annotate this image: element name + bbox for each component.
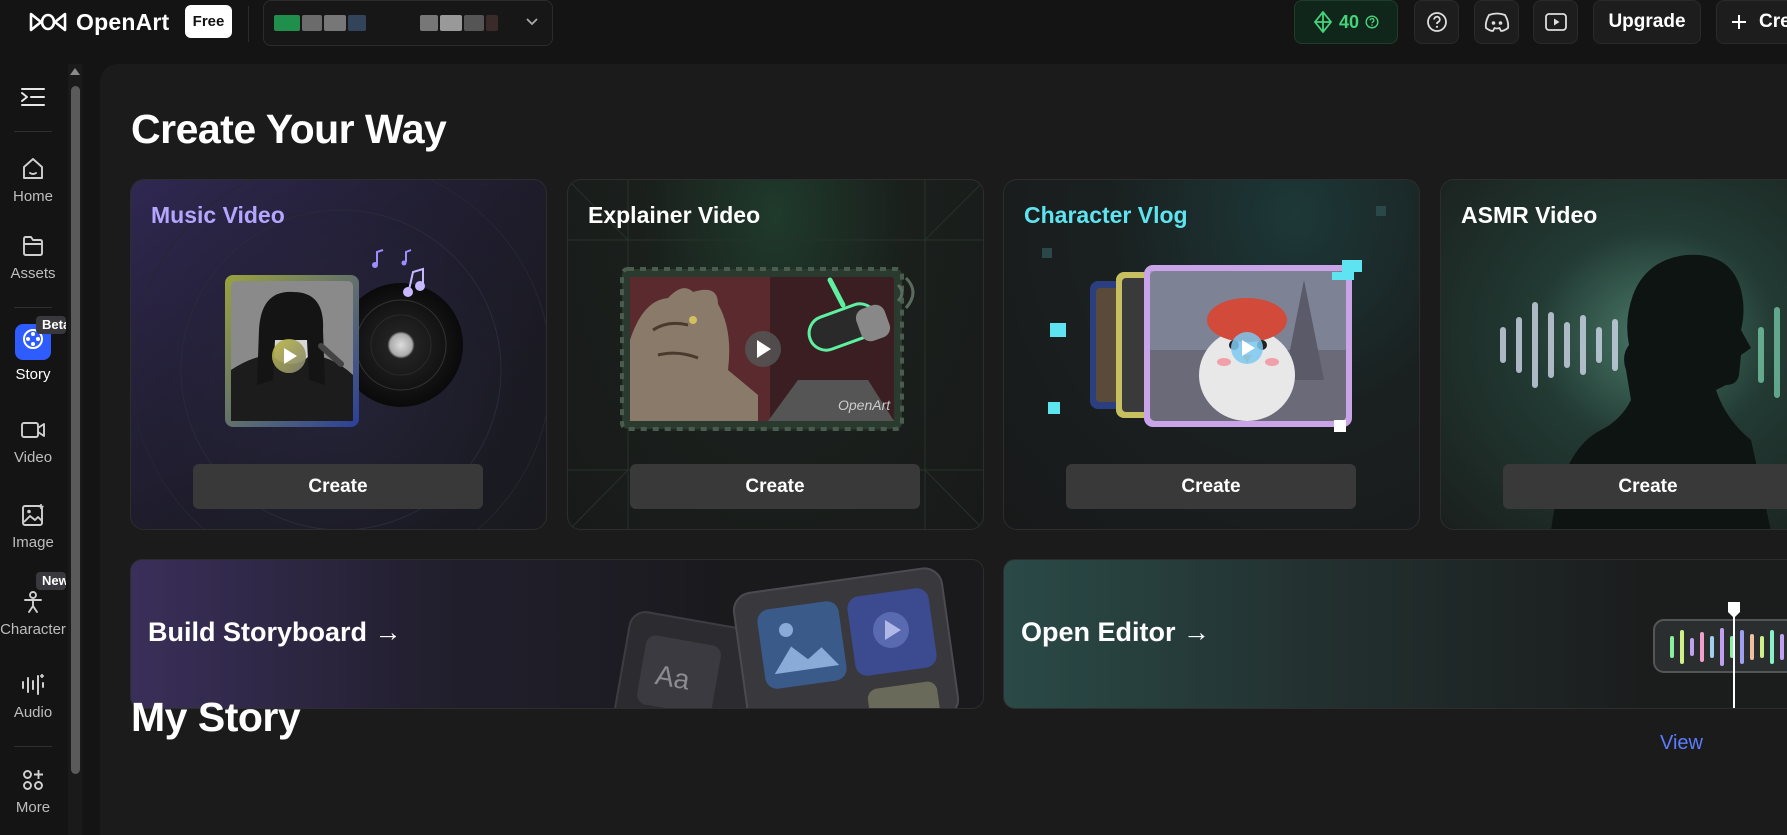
sidebar-item-label: Audio	[13, 704, 53, 721]
more-apps-icon	[23, 770, 43, 790]
sidebar-item-more[interactable]: More	[0, 767, 66, 816]
plan-badge: Free	[185, 5, 232, 38]
credits-icon	[1313, 11, 1333, 33]
workspace-name-blur	[302, 15, 322, 31]
card-title: ASMR Video	[1461, 202, 1598, 228]
card-title: Explainer Video	[588, 202, 761, 228]
sidebar-item-label: Story	[15, 366, 51, 383]
sidebar-scrollbar-thumb[interactable]	[71, 86, 80, 774]
beta-badge: Beta	[36, 316, 66, 334]
discord-icon	[1484, 12, 1509, 32]
music-video-card[interactable]: Music Video Create	[130, 179, 547, 530]
workspace-name-blur	[486, 15, 498, 31]
card-title: Music Video	[151, 202, 285, 228]
openart-logo[interactable]: OpenArt	[28, 7, 169, 37]
create-music-video-button[interactable]: Create	[193, 464, 483, 509]
sidebar-item-home[interactable]: Home	[0, 156, 66, 205]
character-icon	[24, 591, 42, 613]
help-circle-icon	[1365, 15, 1379, 29]
workspace-name-blur	[464, 15, 484, 31]
build-storyboard-banner[interactable]: Aa Build Storyboard →	[130, 559, 984, 709]
header-divider	[248, 6, 249, 42]
create-character-vlog-button[interactable]: Create	[1066, 464, 1356, 509]
scroll-up-arrow[interactable]	[70, 68, 80, 75]
video-camera-icon	[21, 422, 45, 438]
sidebar-item-label: Assets	[10, 265, 56, 282]
open-editor-banner[interactable]: Open Editor →	[1003, 559, 1787, 709]
top-bar: OpenArt Free 40 Upgrade Cre	[0, 0, 1787, 64]
image-icon	[22, 504, 44, 526]
brand-name: OpenArt	[76, 8, 170, 35]
create-button-label: Cre	[1759, 11, 1787, 32]
sidebar-item-label: Home	[12, 188, 53, 205]
sidebar-divider	[14, 131, 52, 132]
sidebar-item-video[interactable]: Video	[0, 417, 66, 466]
sidebar-item-label: Video	[13, 449, 53, 466]
sidebar-item-assets[interactable]: Assets	[0, 233, 66, 282]
sidebar-item-image[interactable]: Image	[0, 502, 66, 551]
card-title: Character Vlog	[1024, 202, 1188, 228]
workspace-name-blur	[324, 15, 346, 31]
sidebar-item-label: Character	[0, 621, 66, 638]
sidebar-item-character[interactable]: Character	[0, 589, 66, 638]
character-vlog-card[interactable]: Character Vlog Create	[1003, 179, 1420, 530]
view-all-link[interactable]: View	[1660, 732, 1703, 755]
credits-count: 40	[1338, 11, 1360, 32]
home-icon	[23, 158, 43, 179]
workspace-name-blur	[348, 15, 366, 31]
asmr-video-card[interactable]: ASMR Video Create	[1440, 179, 1787, 530]
help-button[interactable]	[1414, 0, 1459, 44]
new-badge: New	[36, 572, 66, 590]
svg-text:OpenArt: OpenArt	[838, 397, 891, 413]
svg-text:Aa: Aa	[653, 659, 693, 696]
my-story-heading: My Story	[131, 694, 301, 740]
chevron-down-icon	[526, 18, 538, 26]
create-button[interactable]: Cre	[1716, 0, 1787, 44]
video-play-icon	[1544, 13, 1567, 31]
workspace-selector[interactable]	[263, 0, 553, 46]
create-explainer-video-button[interactable]: Create	[630, 464, 920, 509]
open-editor-link[interactable]: Open Editor →	[1021, 617, 1210, 648]
sidebar-divider	[14, 746, 52, 747]
explainer-video-card[interactable]: OpenArt Explainer Video Create	[567, 179, 984, 530]
sidebar-divider	[14, 307, 52, 308]
workspace-avatar	[274, 15, 300, 31]
tutorial-button[interactable]	[1533, 0, 1578, 44]
discord-button[interactable]	[1474, 0, 1519, 44]
workspace-name-blur	[440, 15, 462, 31]
create-asmr-video-button[interactable]: Create	[1503, 464, 1787, 509]
sidebar-collapse-toggle[interactable]	[0, 86, 66, 114]
openart-logo-icon	[29, 12, 67, 32]
audio-wave-icon	[22, 674, 44, 695]
menu-collapse-icon	[21, 88, 45, 106]
main-content: Create Your Way Music Video Create OpenA…	[100, 64, 1787, 835]
sidebar-item-label: Image	[12, 534, 54, 551]
create-your-way-heading: Create Your Way	[131, 106, 447, 152]
sidebar: Home Assets Story Beta Video Image Chara…	[0, 64, 66, 835]
sidebar-item-label: More	[15, 799, 51, 816]
question-icon	[1426, 12, 1447, 32]
folder-icon	[23, 236, 43, 256]
workspace-name-blur	[420, 15, 438, 31]
upgrade-button[interactable]: Upgrade	[1593, 0, 1701, 44]
plus-icon	[1732, 15, 1746, 29]
sidebar-item-audio[interactable]: Audio	[0, 672, 66, 721]
credits-button[interactable]: 40	[1294, 0, 1398, 44]
build-storyboard-link[interactable]: Build Storyboard →	[148, 617, 402, 648]
